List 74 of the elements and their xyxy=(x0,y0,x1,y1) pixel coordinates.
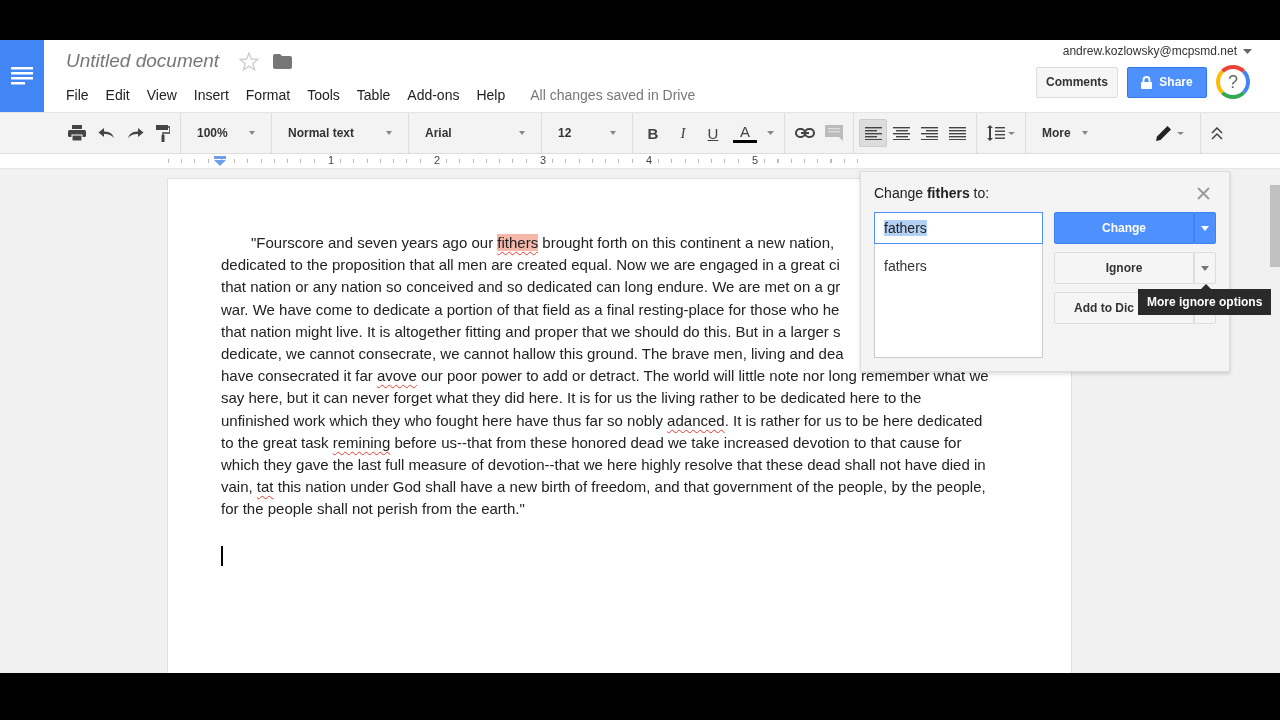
undo-icon[interactable] xyxy=(98,127,115,139)
menu-item[interactable]: Table xyxy=(356,87,391,103)
align-right-icon xyxy=(920,126,938,140)
ignore-options-button[interactable] xyxy=(1194,252,1216,284)
tooltip-pointer xyxy=(1201,284,1211,289)
ruler-number: 5 xyxy=(750,154,761,166)
document-text-line: "Fourscore and seven years ago our fithers brought forth on this continent a new nation, xyxy=(250,233,835,253)
caret-icon xyxy=(1201,225,1209,231)
document-title[interactable]: Untitled document xyxy=(66,50,220,72)
align-justify-icon xyxy=(948,126,966,140)
collapse-icon[interactable] xyxy=(1211,126,1223,140)
text-color-button[interactable]: A xyxy=(733,123,757,143)
link-icon[interactable] xyxy=(795,128,815,138)
close-icon[interactable] xyxy=(1197,186,1210,200)
font-size-dropdown[interactable]: 12 xyxy=(552,119,622,147)
document-text-line: for the people shall not perish from the earth." xyxy=(221,499,525,520)
dialog-title: Change fithers to: xyxy=(874,185,990,201)
help-button[interactable]: ? xyxy=(1216,65,1250,99)
menu-item[interactable]: Help xyxy=(476,87,506,103)
document-text-line: unfinished work which they who fought here have thus far so nobly adanced. It is rather for us to be here dedicated xyxy=(221,410,983,431)
pencil-icon[interactable] xyxy=(1156,125,1184,141)
lock-icon xyxy=(1141,75,1153,89)
folder-icon[interactable] xyxy=(273,53,293,69)
italic-button[interactable]: I xyxy=(673,124,693,142)
menu-item[interactable]: Edit xyxy=(105,87,130,103)
menu-item[interactable]: Tools xyxy=(307,87,340,103)
ruler-number: 2 xyxy=(432,154,443,166)
document-text-line: war. We have come to dedicate a portion of that field as a final resting-place for those who he xyxy=(221,299,840,320)
star-icon[interactable] xyxy=(239,51,260,71)
account-email[interactable]: andrew.kozlowsky@mcpsmd.net xyxy=(1062,44,1237,58)
font-dropdown[interactable]: Arial xyxy=(419,119,531,147)
save-status[interactable]: All changes saved in Drive xyxy=(530,87,696,103)
document-text-line: dedicate, we cannot consecrate, we cannot hallow this ground. The brave men, living and dea xyxy=(221,344,844,364)
tooltip: More ignore options xyxy=(1138,289,1272,315)
document-text-line: which they gave the last full measure of devotion--that we here highly resolve that these dead shall not have died in xyxy=(221,455,986,476)
change-options-button[interactable] xyxy=(1194,212,1216,244)
document-text-line: to the great task remining before us--that from these honored dead we take increased devotion to that cause for xyxy=(221,432,962,453)
replacement-field[interactable]: fathers xyxy=(874,212,1043,244)
align-left-icon xyxy=(864,126,882,140)
paint-format-icon[interactable] xyxy=(156,124,170,142)
ruler-number: 1 xyxy=(326,154,337,166)
indent-marker-icon[interactable] xyxy=(214,156,226,166)
caret-icon xyxy=(1201,265,1209,271)
more-dropdown[interactable]: More xyxy=(1036,119,1094,147)
comments-button[interactable]: Comments xyxy=(1036,66,1118,98)
document-text-line: vain, tat this nation under God shall have a new birth of freedom, and that government of the people, by the people, xyxy=(221,477,986,498)
caret-icon[interactable] xyxy=(1243,48,1252,54)
style-dropdown[interactable]: Normal text xyxy=(282,119,398,147)
document-text-line: say here, but it can never forget what they did here. It is for us the living rather to be dedicated here to the xyxy=(221,388,922,409)
ignore-button[interactable]: Ignore xyxy=(1054,252,1194,284)
zoom-dropdown[interactable]: 100% xyxy=(191,119,261,147)
line-spacing-icon[interactable] xyxy=(987,125,1015,141)
print-icon[interactable] xyxy=(68,125,86,141)
document-text-line: that nation might live. It is altogether fitting and proper that we should do this. But in a larger s xyxy=(221,321,841,342)
ruler-number: 3 xyxy=(538,154,549,166)
document-text-line: have consecrated it far avove our poor power to add or detract. The world will little note nor long remember what we xyxy=(221,366,989,387)
scrollbar-thumb[interactable] xyxy=(1270,185,1280,267)
document-text-line: that nation or any nation so conceived and so dedicated can long endure. We are met on a gr xyxy=(221,277,841,298)
align-left-button[interactable] xyxy=(859,119,887,147)
redo-icon[interactable] xyxy=(127,127,144,139)
caret-icon[interactable] xyxy=(767,131,774,135)
docs-logo-icon[interactable] xyxy=(0,40,44,112)
document-text-line: dedicated to the proposition that all men are created equal. Now we are engaged in a great ci xyxy=(221,255,840,276)
align-center-icon xyxy=(892,126,910,140)
text-cursor xyxy=(221,545,223,566)
menu-item[interactable]: Add-ons xyxy=(407,87,460,103)
menu-item[interactable]: View xyxy=(146,87,177,103)
menu-item[interactable]: Format xyxy=(245,87,291,103)
suggestion-item[interactable]: fathers xyxy=(884,258,927,274)
bold-button[interactable]: B xyxy=(643,124,663,142)
underline-button[interactable]: U xyxy=(703,124,723,142)
ruler-number: 4 xyxy=(644,154,655,166)
menu-item[interactable]: Insert xyxy=(193,87,229,103)
menu-item[interactable]: File xyxy=(66,87,89,103)
